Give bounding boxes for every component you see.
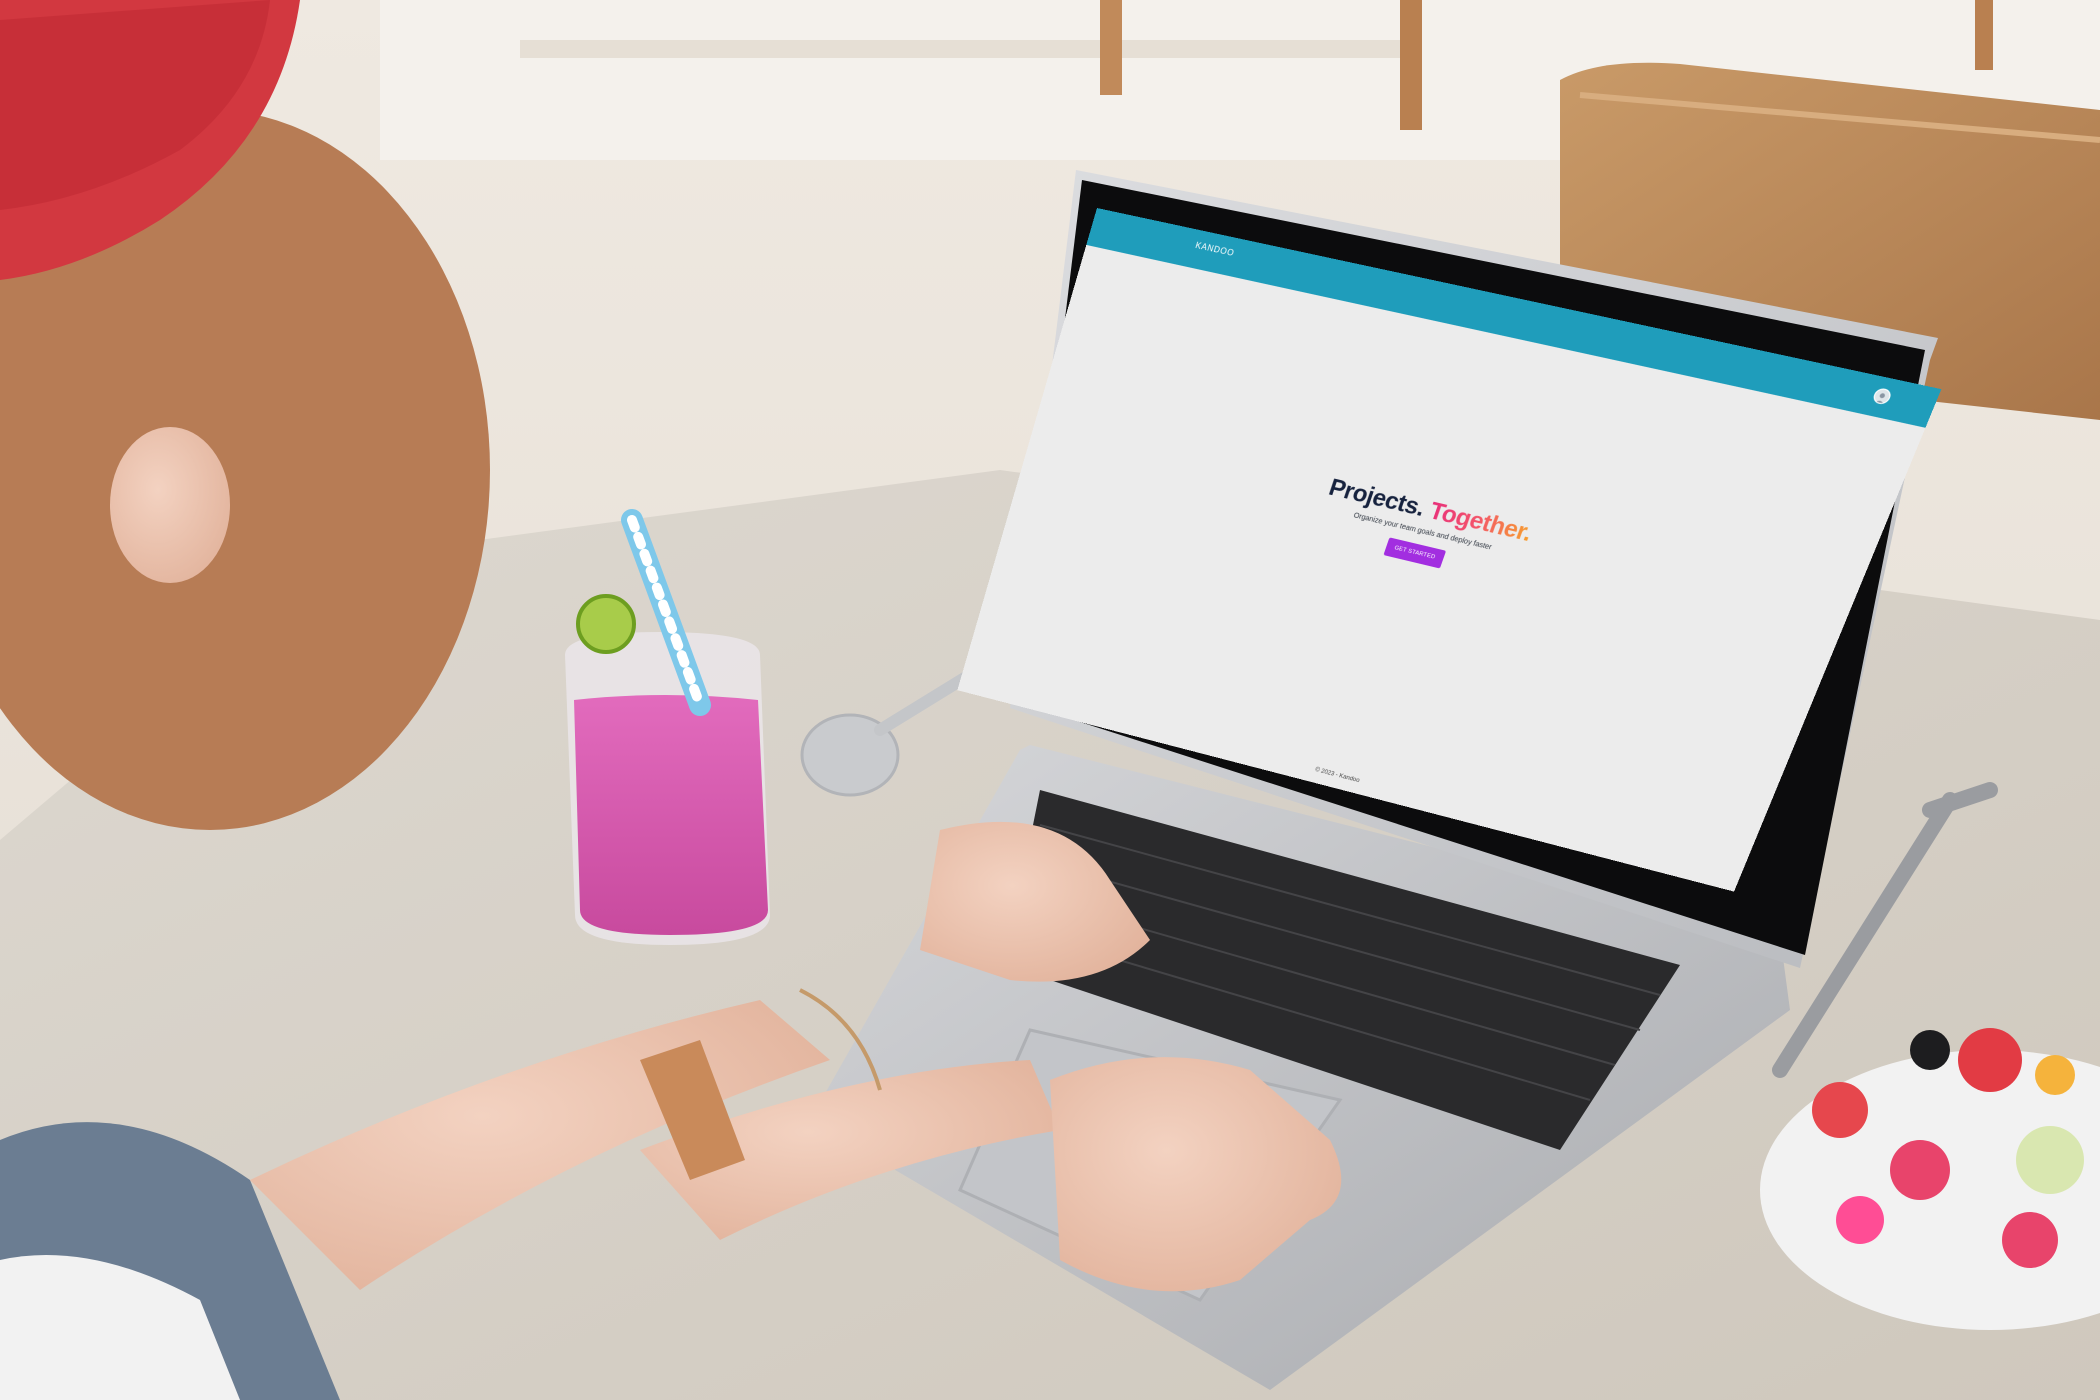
hero-title: Projects. Together. (1033, 405, 1857, 621)
user-avatar-icon[interactable] (1871, 387, 1893, 406)
avatar-person-icon (1874, 392, 1886, 405)
brand-logo[interactable]: KANDOO (1194, 240, 1235, 258)
get-started-button[interactable]: GET STARTED (1383, 537, 1447, 569)
hero-section: Projects. Together. Organize your team g… (1022, 405, 1857, 662)
hero-subtitle: Organize your team goals and deploy fast… (1352, 512, 1493, 552)
